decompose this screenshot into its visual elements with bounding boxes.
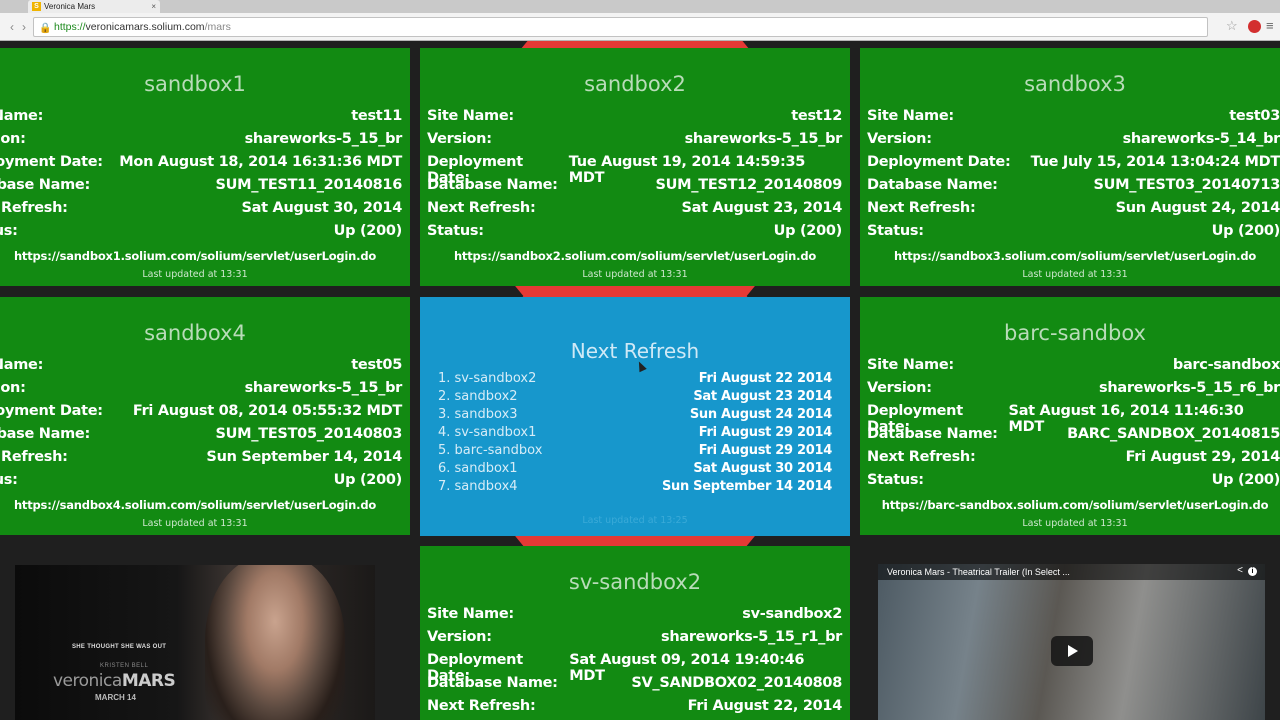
sandbox-login-link[interactable]: https://barc-sandbox.solium.com/solium/s… (860, 498, 1280, 512)
sandbox-tile: sandbox1 te Name:test11 ersion:sharework… (0, 48, 410, 286)
share-icon[interactable]: < (1237, 565, 1243, 576)
trailer-video[interactable]: Veronica Mars - Theatrical Trailer (In S… (878, 564, 1265, 720)
deployment-date-row: eployment Date:Mon August 18, 2014 16:31… (0, 154, 402, 170)
database-name-row: Database Name: SV_SANDBOX02_20140808 (427, 675, 842, 691)
deployment-date-row: Deployment Date: Sat August 09, 2014 19:4… (427, 652, 805, 684)
poster-logo: veronicaMARS (53, 671, 176, 691)
sandbox-name: sv-sandbox2 (568, 570, 702, 594)
sandbox-login-link[interactable]: https://sandbox1.solium.com/solium/servl… (0, 249, 410, 263)
dashboard: sandbox1 te Name:test11 ersion:sharework… (0, 41, 1280, 720)
last-updated: Last updated at 13:31 (582, 269, 688, 280)
deployment-date-row: Deployment Date: Sat August 16, 2014 11:4… (867, 403, 1244, 435)
database-name-row: Database Name: SUM_TEST03_20140713 (867, 177, 1280, 193)
sandbox-name: sandbox1 (144, 72, 246, 96)
last-updated: Last updated at 13:31 (142, 518, 248, 529)
poster-tagline: SHE THOUGHT SHE WAS OUT (72, 644, 167, 650)
database-name-row: Database Name: BARC_SANDBOX_20140815 (867, 426, 1280, 442)
sandbox-login-link[interactable]: https://sandbox2.solium.com/solium/servl… (420, 249, 850, 263)
last-updated: Last updated at 13:31 (1022, 269, 1128, 280)
version-row: ersion:shareworks-5_15_br (0, 380, 402, 396)
next-refresh-row: ext Refresh:Sun September 14, 2014 (0, 449, 402, 465)
movie-poster: SHE THOUGHT SHE WAS OUT KRISTEN BELL ver… (15, 565, 375, 720)
poster-portrait (205, 565, 345, 720)
sandbox-name: sandbox2 (584, 72, 686, 96)
sandbox-tile: barc-sandbox Site Name: barc-sandbox Vers… (860, 297, 1280, 535)
status-row: Status: Up (200) (867, 472, 1280, 488)
status-row: tatus:Up (200) (0, 223, 402, 239)
next-refresh-row: Next Refresh: Sat August 23, 2014 (427, 200, 842, 216)
next-refresh-row: Next Refresh: Fri August 22, 2014 (427, 698, 842, 714)
site-name-row: te Name:test05 (0, 357, 402, 373)
site-favicon-icon: S (32, 2, 41, 11)
version-row: Version: shareworks-5_14_br (867, 131, 1280, 147)
last-updated: Last updated at 13:31 (1022, 518, 1128, 529)
lock-icon: 🔒 (39, 23, 52, 34)
browser-tab[interactable]: S Veronica Mars × (28, 0, 160, 13)
menu-icon[interactable]: ≡ (1266, 18, 1274, 33)
database-name-row: Database Name: SUM_TEST12_20140809 (427, 177, 842, 193)
sandbox-tile: sandbox2 Site Name: test12 Version: sharew… (420, 48, 850, 286)
last-updated: Last updated at 13:31 (142, 269, 248, 280)
video-title-bar: Veronica Mars - Theatrical Trailer (In S… (878, 564, 1265, 580)
sandbox-name: barc-sandbox (1004, 321, 1146, 345)
url-scheme: https:// (54, 21, 86, 33)
poster-date: MARCH 14 (95, 693, 136, 702)
next-refresh-panel: Next Refresh 1. sv-sandbox2 Fri August 22… (420, 297, 850, 536)
video-title[interactable]: Veronica Mars - Theatrical Trailer (In S… (887, 567, 1070, 577)
site-name-row: te Name:test11 (0, 108, 402, 124)
deployment-date-row: Deployment Date: Tue July 15, 2014 13:04:… (867, 154, 1280, 170)
poster-actor: KRISTEN BELL (100, 663, 149, 669)
last-updated: Last updated at 13:25 (582, 515, 688, 526)
refresh-list-item: 6. sandbox1 Sat August 30 2014 (438, 461, 832, 476)
info-icon[interactable]: i (1248, 567, 1257, 576)
database-name-row: atabase Name:SUM_TEST11_20140816 (0, 177, 402, 193)
deployment-date-row: eployment Date:Fri August 08, 2014 05:55… (0, 403, 402, 419)
site-name-row: Site Name: barc-sandbox (867, 357, 1280, 373)
sandbox-login-link[interactable]: https://sandbox4.solium.com/solium/servl… (0, 498, 410, 512)
refresh-list-item: 2. sandbox2 Sat August 23 2014 (438, 389, 832, 404)
version-row: Version: shareworks-5_15_r6_br (867, 380, 1280, 396)
bookmark-star-icon[interactable]: ☆ (1226, 18, 1238, 34)
address-bar: ‹ › 🔒 https://veronicamars.solium.com/ma… (0, 13, 1280, 41)
extension-icon[interactable] (1248, 20, 1261, 33)
browser-tab-bar: S Veronica Mars × (0, 0, 1280, 13)
next-refresh-title: Next Refresh (570, 339, 700, 363)
version-row: Version: shareworks-5_15_br (427, 131, 842, 147)
sandbox-login-link[interactable]: https://sandbox3.solium.com/solium/servl… (860, 249, 1280, 263)
deployment-date-row: Deployment Date: Tue August 19, 2014 14:5… (427, 154, 806, 186)
version-row: Version: shareworks-5_15_r1_br (427, 629, 842, 645)
version-row: ersion:shareworks-5_15_br (0, 131, 402, 147)
sandbox-tile: sandbox3 Site Name: test03 Version: sharew… (860, 48, 1280, 286)
status-row: Status: Up (200) (427, 223, 842, 239)
url-path: /mars (204, 21, 231, 33)
tab-close-icon[interactable]: × (151, 2, 156, 11)
site-name-row: Site Name: sv-sandbox2 (427, 606, 842, 622)
refresh-list: 1. sv-sandbox2 Fri August 22 2014 2. sand… (438, 371, 832, 497)
sandbox-name: sandbox3 (1024, 72, 1126, 96)
sandbox-tile: sv-sandbox2 Site Name: sv-sandbox2 Versio… (420, 546, 850, 720)
forward-arrow-icon[interactable]: › (16, 19, 32, 35)
tab-title: Veronica Mars (44, 2, 96, 11)
refresh-list-item: 1. sv-sandbox2 Fri August 22 2014 (438, 371, 832, 386)
next-refresh-row: Next Refresh: Sun August 24, 2014 (867, 200, 1280, 216)
url-host: veronicamars.solium.com (85, 21, 205, 33)
site-name-row: Site Name: test03 (867, 108, 1280, 124)
site-name-row: Site Name: test12 (427, 108, 842, 124)
play-button-icon[interactable] (1051, 636, 1093, 666)
refresh-list-item: 4. sv-sandbox1 Fri August 29 2014 (438, 425, 832, 440)
status-row: Status: Up (200) (867, 223, 1280, 239)
database-name-row: atabase Name:SUM_TEST05_20140803 (0, 426, 402, 442)
sandbox-tile: sandbox4 te Name:test05 ersion:sharework… (0, 297, 410, 535)
next-refresh-row: Next Refresh: Fri August 29, 2014 (867, 449, 1280, 465)
url-field[interactable]: 🔒 https://veronicamars.solium.com/mars (33, 17, 1208, 37)
next-refresh-row: ext Refresh:Sat August 30, 2014 (0, 200, 402, 216)
refresh-list-item: 7. sandbox4 Sun September 14 2014 (438, 479, 832, 494)
status-row: tatus:Up (200) (0, 472, 402, 488)
sandbox-name: sandbox4 (144, 321, 246, 345)
refresh-list-item: 5. barc-sandbox Fri August 29 2014 (438, 443, 832, 458)
refresh-list-item: 3. sandbox3 Sun August 24 2014 (438, 407, 832, 422)
